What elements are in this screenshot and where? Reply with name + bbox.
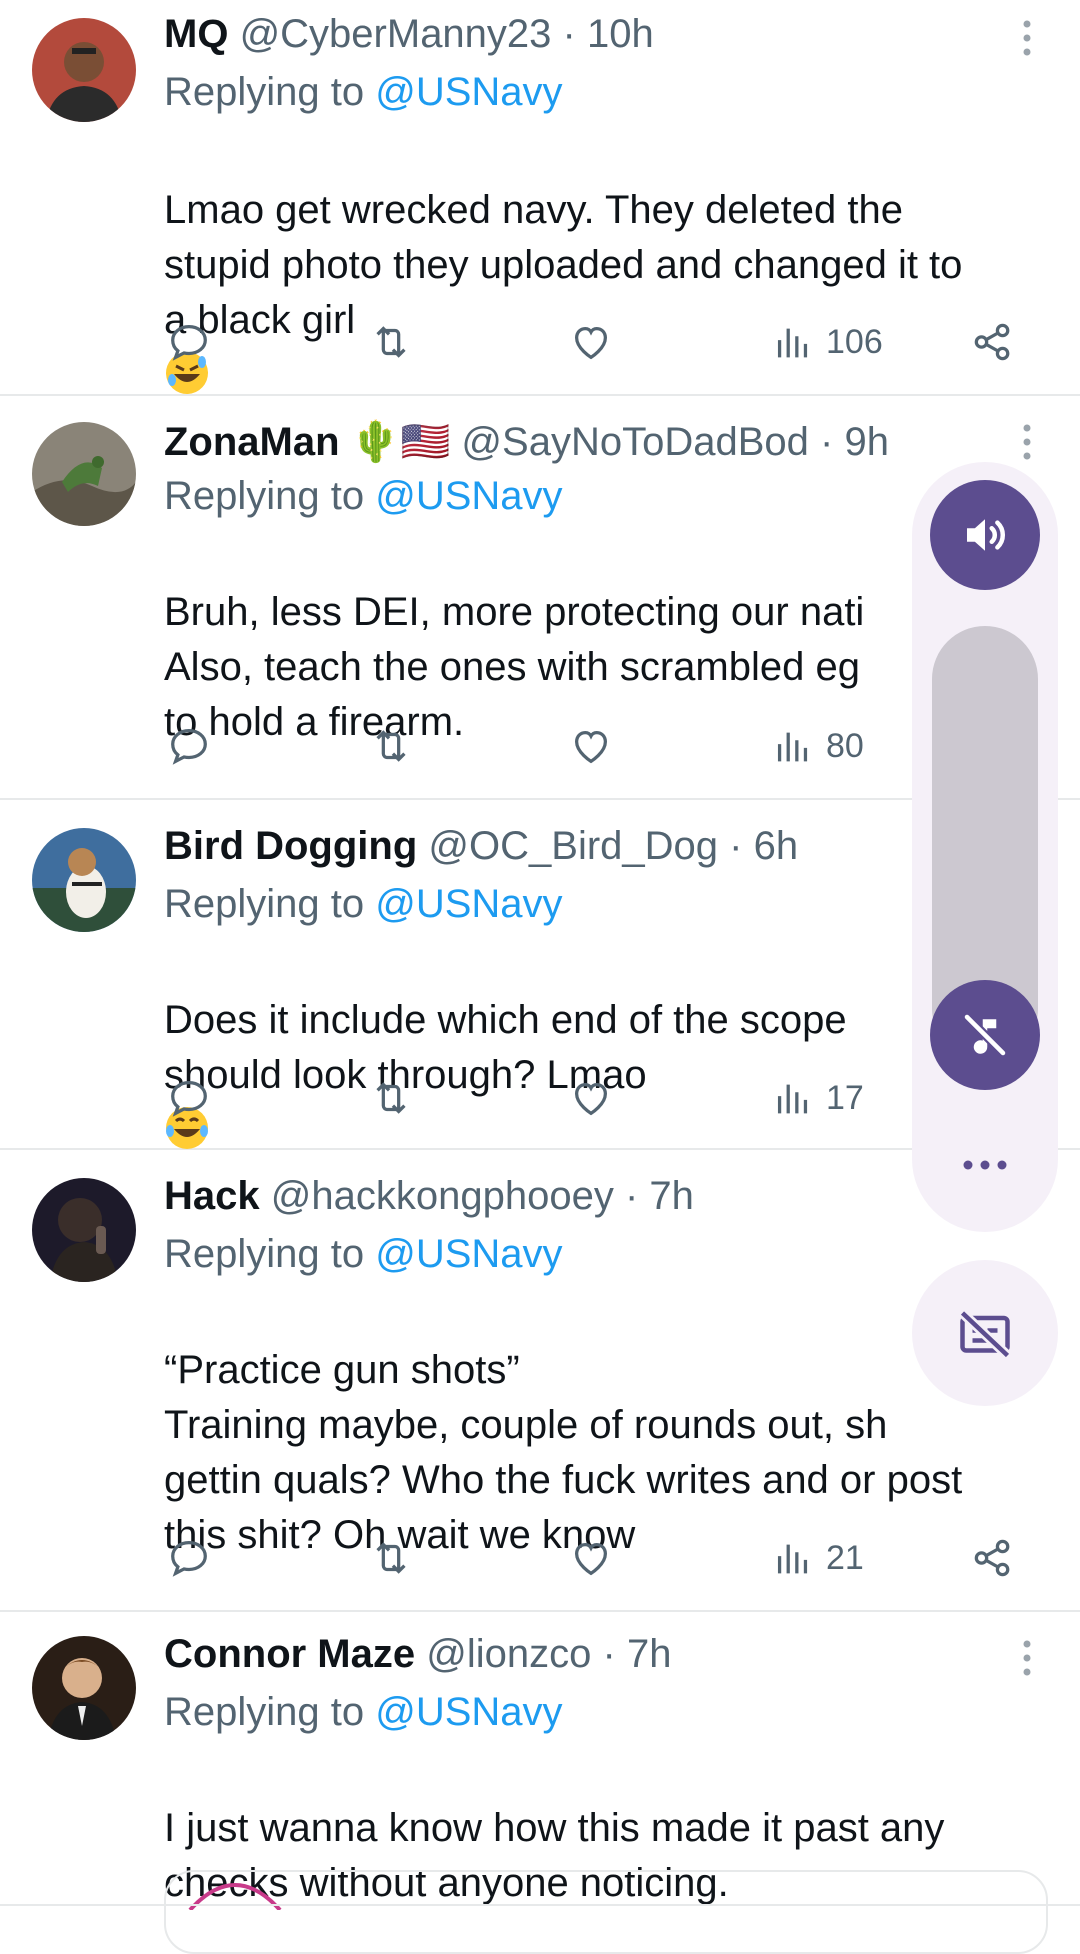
avatar[interactable] [32,828,136,932]
retweet-icon [376,1082,406,1114]
views-button[interactable]: 80 [770,716,864,776]
replying-label: Replying to [164,882,365,926]
author-handle[interactable]: @lionzco [426,1632,591,1676]
share-button[interactable] [970,1528,1016,1588]
heart-icon [574,730,608,764]
volume-up-icon [967,519,1005,551]
mute-music-button[interactable] [930,980,1040,1090]
reply-to-mention[interactable]: @USNavy [375,70,562,114]
views-icon [777,1544,808,1574]
more-vertical-icon[interactable] [1012,1628,1042,1688]
author-handle[interactable]: @hackkongphooey [271,1174,614,1218]
like-button[interactable] [568,1068,614,1128]
more-vertical-icon[interactable] [1012,8,1042,68]
avatar[interactable] [32,18,136,122]
retweet-button[interactable] [368,1068,414,1128]
reply-to-mention[interactable]: @USNavy [375,882,562,926]
views-count: 106 [826,322,883,361]
reply-to-mention[interactable]: @USNavy [375,1690,562,1734]
time-separator: · [602,1632,616,1676]
share-icon [974,323,1010,361]
avatar[interactable] [32,1636,136,1740]
reply-button[interactable] [166,1528,212,1588]
like-button[interactable] [568,1528,614,1588]
comment-icon [171,1081,207,1117]
views-icon [777,1084,808,1114]
reply-button[interactable] [166,716,212,776]
views-count: 21 [826,1538,864,1577]
reply-to-mention[interactable]: @USNavy [375,474,562,518]
retweet-icon [376,1542,406,1574]
retweet-button[interactable] [368,312,414,372]
author-name[interactable]: MQ [164,12,228,56]
reply-button[interactable] [166,312,212,372]
time-separator: · [820,420,834,464]
views-button[interactable]: 17 [770,1068,864,1128]
heart-icon [574,1082,608,1116]
volume-button[interactable] [930,480,1040,590]
timestamp[interactable]: 7h [627,1632,672,1676]
timestamp[interactable]: 7h [649,1174,694,1218]
tweet[interactable]: MQ @CyberManny23 · 10h Replying to @USNa… [0,0,1080,396]
tweet[interactable]: Hack @hackkongphooey · 7h Replying to @U… [0,1150,1080,1612]
retweet-icon [376,326,406,358]
name-badges: 🌵🇺🇸 [350,420,451,464]
timestamp[interactable]: 6h [754,824,799,868]
retweet-button[interactable] [368,716,414,776]
author-handle[interactable]: @SayNoToDadBod [461,420,808,464]
author-handle[interactable]: @CyberManny23 [240,12,552,56]
replying-label: Replying to [164,70,365,114]
views-button[interactable]: 106 [770,312,883,372]
comment-icon [171,729,207,765]
share-icon [974,1539,1010,1577]
retweet-icon [376,730,406,762]
tweet-text: “Practice gun shots” Training maybe, cou… [164,1348,963,1557]
avatar[interactable] [32,1178,136,1282]
reply-button[interactable] [166,1068,212,1128]
author-name[interactable]: ZonaMan [164,420,340,464]
views-count: 80 [826,726,864,765]
views-count: 17 [826,1078,864,1117]
reply-to-mention[interactable]: @USNavy [375,1232,562,1276]
replying-label: Replying to [164,1232,365,1276]
time-separator: · [562,12,576,56]
time-separator: · [624,1174,639,1218]
author-name[interactable]: Bird Dogging [164,824,417,868]
more-vertical-icon[interactable] [1012,412,1042,472]
tweet[interactable]: Connor Maze @lionzco · 7h Replying to @U… [0,1612,1080,1905]
views-icon [777,328,808,358]
views-button[interactable]: 21 [770,1528,864,1588]
replying-label: Replying to [164,1690,365,1734]
time-separator: · [729,824,743,868]
music-off-icon [963,1013,1007,1057]
timestamp[interactable]: 10h [587,12,654,56]
more-horizontal-icon[interactable] [962,1150,1008,1180]
divider [0,1904,1080,1906]
author-handle[interactable]: @OC_Bird_Dog [428,824,718,868]
replying-label: Replying to [164,474,365,518]
comment-icon [171,1541,207,1577]
comment-icon [171,325,207,361]
avatar[interactable] [32,422,136,526]
share-button[interactable] [970,312,1016,372]
heart-icon [574,326,608,360]
author-name[interactable]: Connor Maze [164,1632,415,1676]
views-icon [777,732,808,762]
captions-off-icon [959,1309,1011,1360]
author-name[interactable]: Hack [164,1174,260,1218]
captions-off-button[interactable] [912,1260,1058,1406]
embedded-card[interactable] [164,1870,1048,1954]
timestamp[interactable]: 9h [844,420,889,464]
like-button[interactable] [568,312,614,372]
heart-icon [574,1542,608,1576]
like-button[interactable] [568,716,614,776]
retweet-button[interactable] [368,1528,414,1588]
